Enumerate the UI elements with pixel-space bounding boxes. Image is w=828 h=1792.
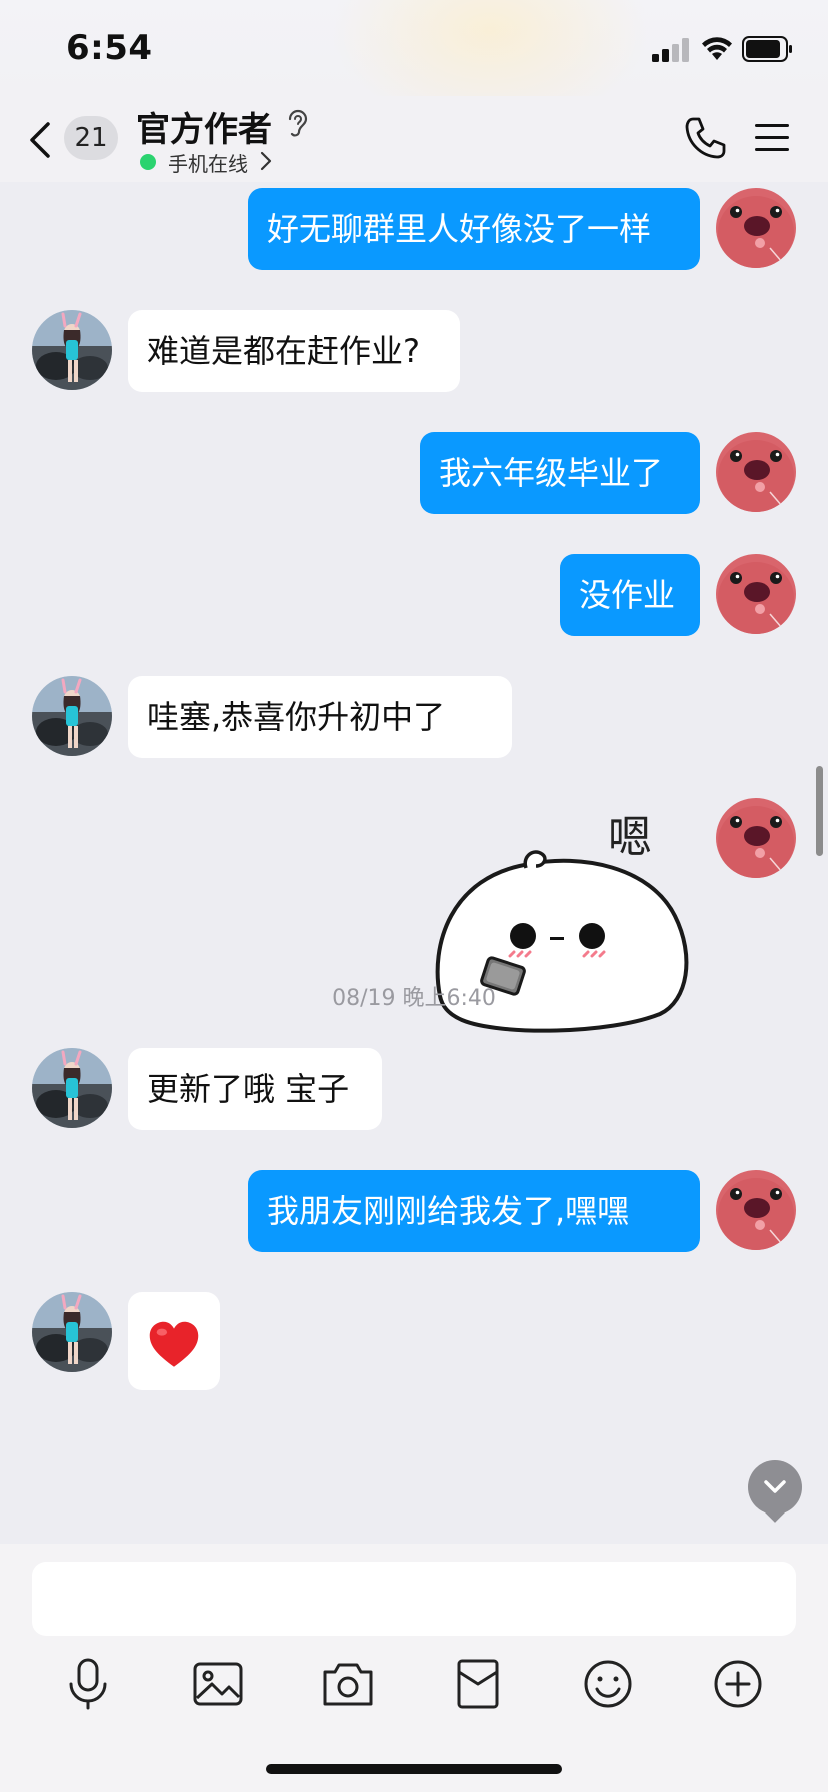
- camera-button[interactable]: [318, 1654, 378, 1714]
- chevron-down-icon: [764, 1480, 786, 1493]
- plus-icon: [714, 1660, 762, 1708]
- emoji-icon: [584, 1660, 632, 1708]
- more-button[interactable]: [708, 1654, 768, 1714]
- message-bubble[interactable]: 哇塞,恭喜你升初中了: [128, 676, 512, 758]
- message-incoming: 难道是都在赶作业?: [0, 182, 828, 582]
- status-bar: 6:54: [0, 0, 828, 130]
- avatar-self[interactable]: [716, 432, 796, 512]
- chevron-right-icon: [260, 151, 272, 171]
- message-bubble[interactable]: 我六年级毕业了: [420, 432, 700, 514]
- microphone-icon: [69, 1658, 107, 1710]
- ear-icon: [288, 109, 308, 137]
- message-bubble[interactable]: 没作业: [560, 554, 700, 636]
- compose-area: [0, 1544, 828, 1792]
- red-packet-icon: [457, 1659, 499, 1709]
- message-bubble[interactable]: 难道是都在赶作业?: [128, 310, 460, 392]
- avatar-contact[interactable]: [32, 1292, 112, 1372]
- red-packet-button[interactable]: [448, 1654, 508, 1714]
- online-status-dot: [140, 154, 156, 170]
- menu-icon[interactable]: [754, 122, 790, 154]
- cellular-signal-icon: [652, 38, 689, 62]
- scrollbar[interactable]: [816, 766, 823, 856]
- avatar-contact[interactable]: [32, 676, 112, 756]
- emoji-bubble[interactable]: [128, 1292, 220, 1390]
- message-input[interactable]: [32, 1562, 796, 1636]
- voice-button[interactable]: [58, 1654, 118, 1714]
- red-heart-icon: [149, 1321, 199, 1367]
- emoji-button[interactable]: [578, 1654, 638, 1714]
- photo-button[interactable]: [188, 1654, 248, 1714]
- message-timestamp: 08/19 晚上6:40: [332, 986, 496, 1011]
- sticker-text: 嗯: [608, 812, 652, 863]
- unread-count-badge[interactable]: 21: [64, 116, 118, 160]
- image-icon: [193, 1662, 243, 1706]
- avatar-contact[interactable]: [32, 310, 112, 390]
- presence-status[interactable]: 手机在线: [168, 148, 248, 177]
- avatar-self[interactable]: [716, 798, 796, 878]
- message-bubble[interactable]: 更新了哦 宝子: [128, 1048, 382, 1130]
- battery-icon: [742, 36, 792, 62]
- avatar-self[interactable]: [716, 554, 796, 634]
- avatar-self[interactable]: [716, 1170, 796, 1250]
- scroll-to-bottom-button[interactable]: [748, 1460, 802, 1514]
- camera-icon: [323, 1663, 373, 1706]
- avatar-contact[interactable]: [32, 1048, 112, 1128]
- chat-title[interactable]: 官方作者: [136, 102, 272, 151]
- status-time: 6:54: [66, 28, 153, 68]
- wifi-icon: [702, 37, 732, 60]
- chat-header: 21 官方作者 手机在线: [0, 96, 828, 182]
- message-list[interactable]: 好无聊群里人好像没了一样 难道是都在赶作业? 我六年级毕业了 没作业 哇塞,恭喜…: [0, 182, 828, 1544]
- home-indicator[interactable]: [266, 1764, 562, 1774]
- back-chevron-icon[interactable]: [24, 118, 56, 162]
- message-bubble[interactable]: 我朋友刚刚给我发了,嘿嘿: [248, 1170, 700, 1252]
- phone-call-icon[interactable]: [684, 116, 726, 160]
